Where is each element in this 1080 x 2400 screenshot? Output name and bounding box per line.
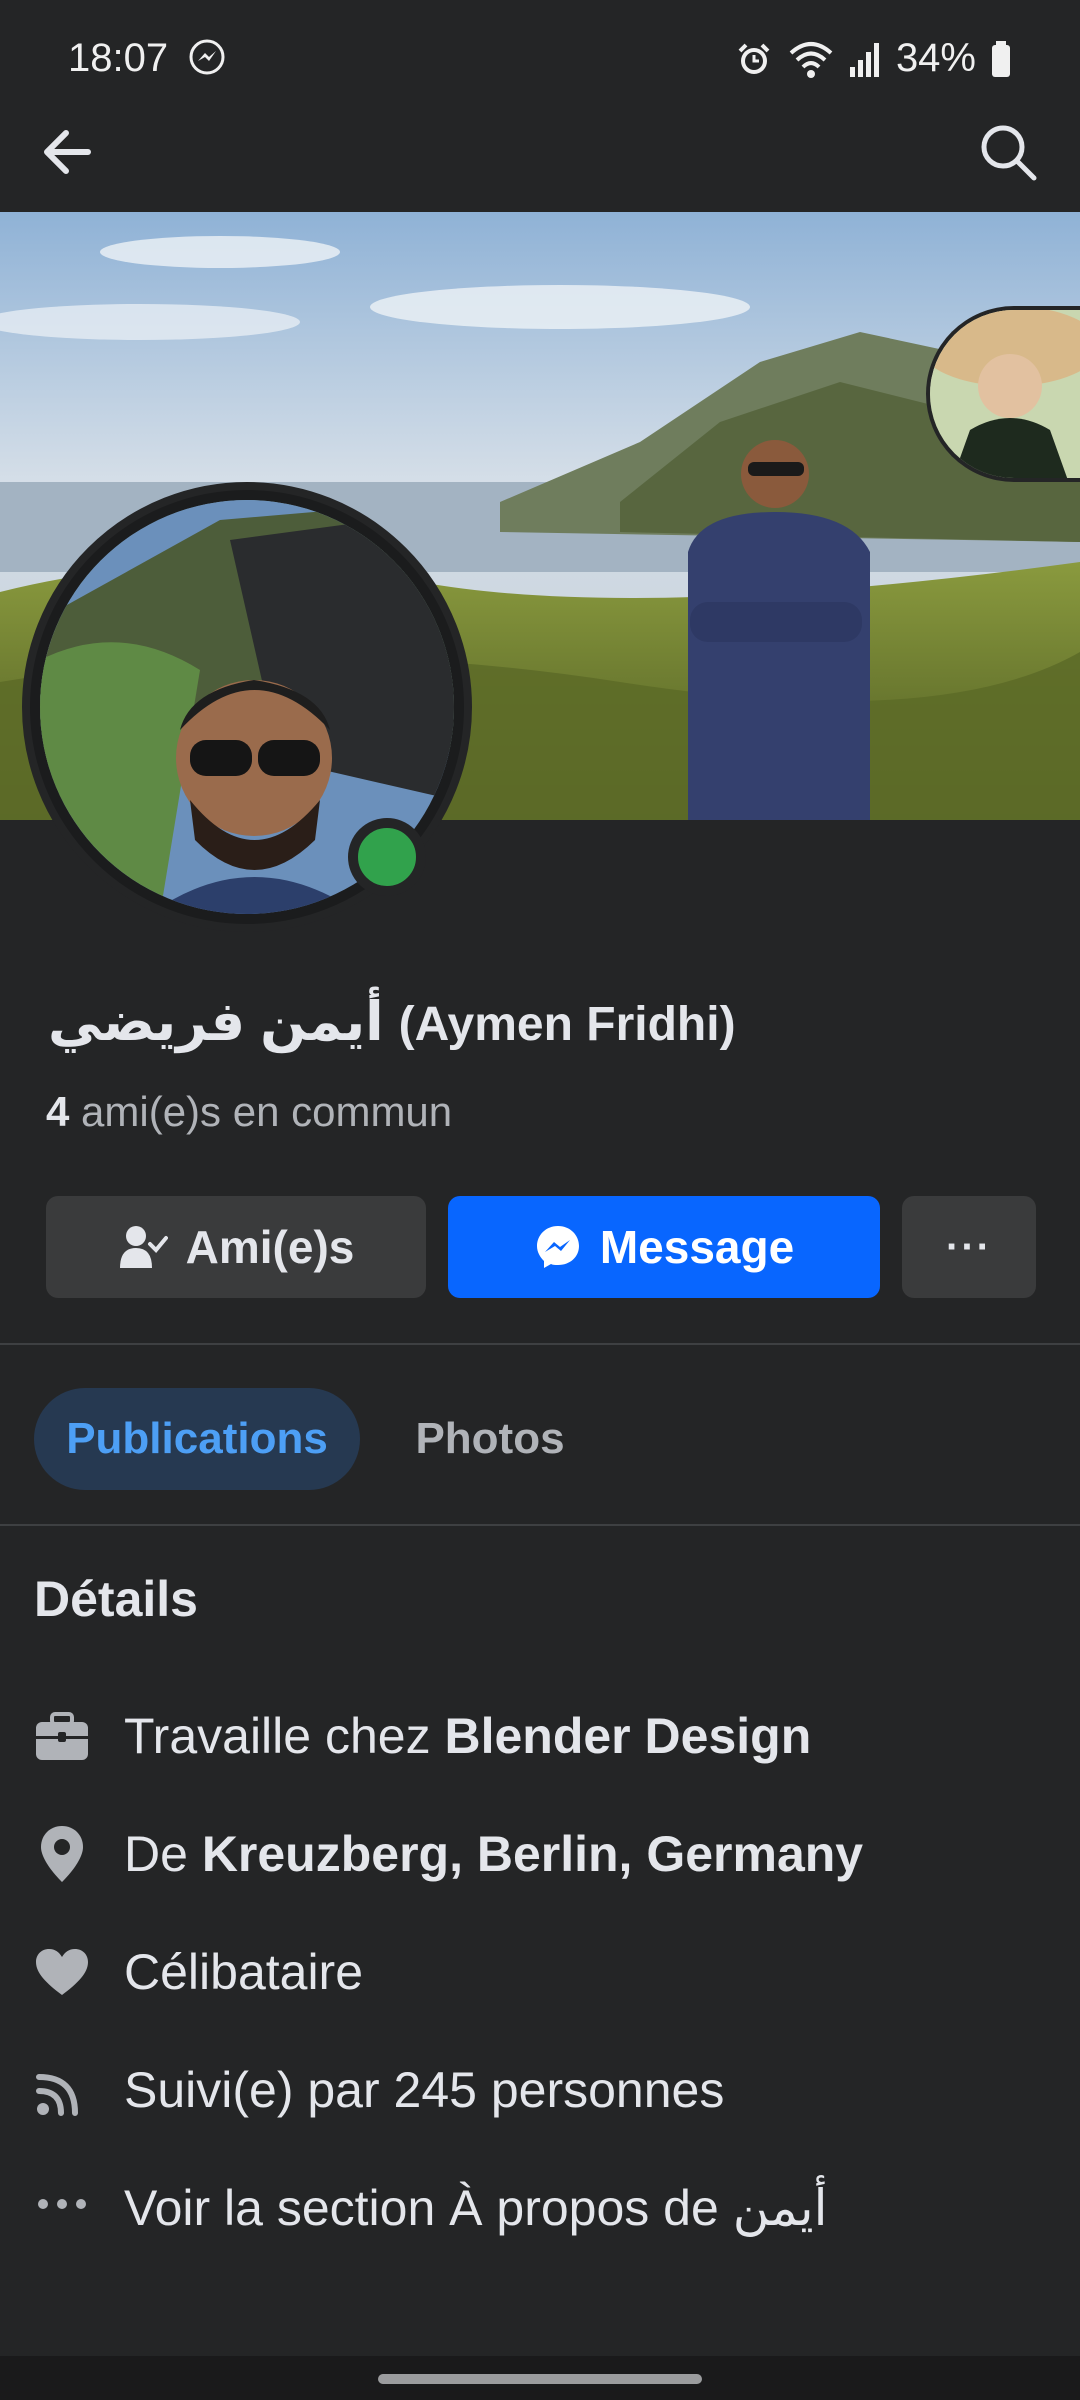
detail-work: Travaille chez Blender Design [0, 1696, 1080, 1776]
online-status-indicator [348, 818, 426, 896]
rss-feed-icon [30, 2058, 94, 2122]
battery-percent: 34% [895, 36, 976, 80]
section-divider [0, 1343, 1080, 1345]
profile-name: أيمن فريضي (Aymen Fridhi) [48, 990, 736, 1053]
tabs-divider [0, 1524, 1080, 1526]
message-button[interactable]: Message [448, 1196, 880, 1298]
alarm-icon [738, 43, 770, 74]
mutual-friends-count: 4 [46, 1088, 70, 1135]
message-button-label: Message [599, 1221, 795, 1273]
status-bar: 18:07 34% [0, 0, 1080, 120]
status-time: 18:07 [68, 36, 227, 81]
profile-name-latin: (Aymen Fridhi) [398, 998, 736, 1051]
tab-photos[interactable]: Photos [380, 1388, 600, 1490]
mutual-friends[interactable]: 4 ami(e)s en commun [46, 1088, 452, 1136]
details-heading: Détails [34, 1571, 198, 1627]
detail-followers[interactable]: Suivi(e) par 245 personnes [0, 2050, 1080, 2130]
detail-followers-text: Suivi(e) par 245 personnes [124, 2062, 725, 2118]
arrow-left-icon [44, 130, 91, 174]
detail-hometown: De Kreuzberg, Berlin, Germany [0, 1814, 1080, 1894]
home-indicator[interactable] [378, 2374, 702, 2384]
friend-check-icon [119, 1226, 168, 1268]
wifi-icon [789, 41, 833, 78]
friends-button-label: Ami(e)s [185, 1221, 355, 1273]
detail-from-link[interactable]: Kreuzberg, Berlin, Germany [202, 1826, 863, 1882]
detail-from-prefix: De [124, 1826, 202, 1882]
friends-button[interactable]: Ami(e)s [46, 1196, 426, 1298]
detail-about-text: Voir la section À propos de أيمن [124, 2180, 828, 2236]
tab-publications-label: Publications [66, 1414, 328, 1463]
heart-icon [30, 1940, 94, 2004]
profile-name-arabic: أيمن فريضي [48, 992, 384, 1052]
mutual-friends-label: ami(e)s en commun [81, 1088, 453, 1135]
tab-publications[interactable]: Publications [34, 1388, 360, 1490]
messenger-status-icon [189, 39, 225, 75]
search-button[interactable] [976, 120, 1040, 184]
more-options-icon: ··· [946, 1224, 992, 1269]
more-options-button[interactable]: ··· [902, 1196, 1036, 1298]
battery-icon [992, 40, 1010, 77]
status-icons: 34% [734, 36, 1012, 81]
search-icon [981, 125, 1037, 181]
detail-relationship-text: Célibataire [124, 1944, 364, 2000]
briefcase-icon [30, 1704, 94, 1768]
detail-relationship: Célibataire [0, 1932, 1080, 2012]
detail-work-prefix: Travaille chez [124, 1708, 445, 1764]
woman-with-hat-image [930, 310, 1080, 478]
back-button[interactable] [36, 120, 100, 184]
messenger-icon [536, 1226, 579, 1268]
location-pin-icon [30, 1822, 94, 1886]
ellipsis-icon [30, 2176, 94, 2240]
signal-icon [849, 42, 879, 77]
app-bar [0, 120, 1080, 210]
tab-photos-label: Photos [415, 1414, 565, 1463]
detail-about-link[interactable]: Voir la section À propos de أيمن [0, 2168, 1080, 2248]
detail-work-link[interactable]: Blender Design [444, 1708, 811, 1764]
